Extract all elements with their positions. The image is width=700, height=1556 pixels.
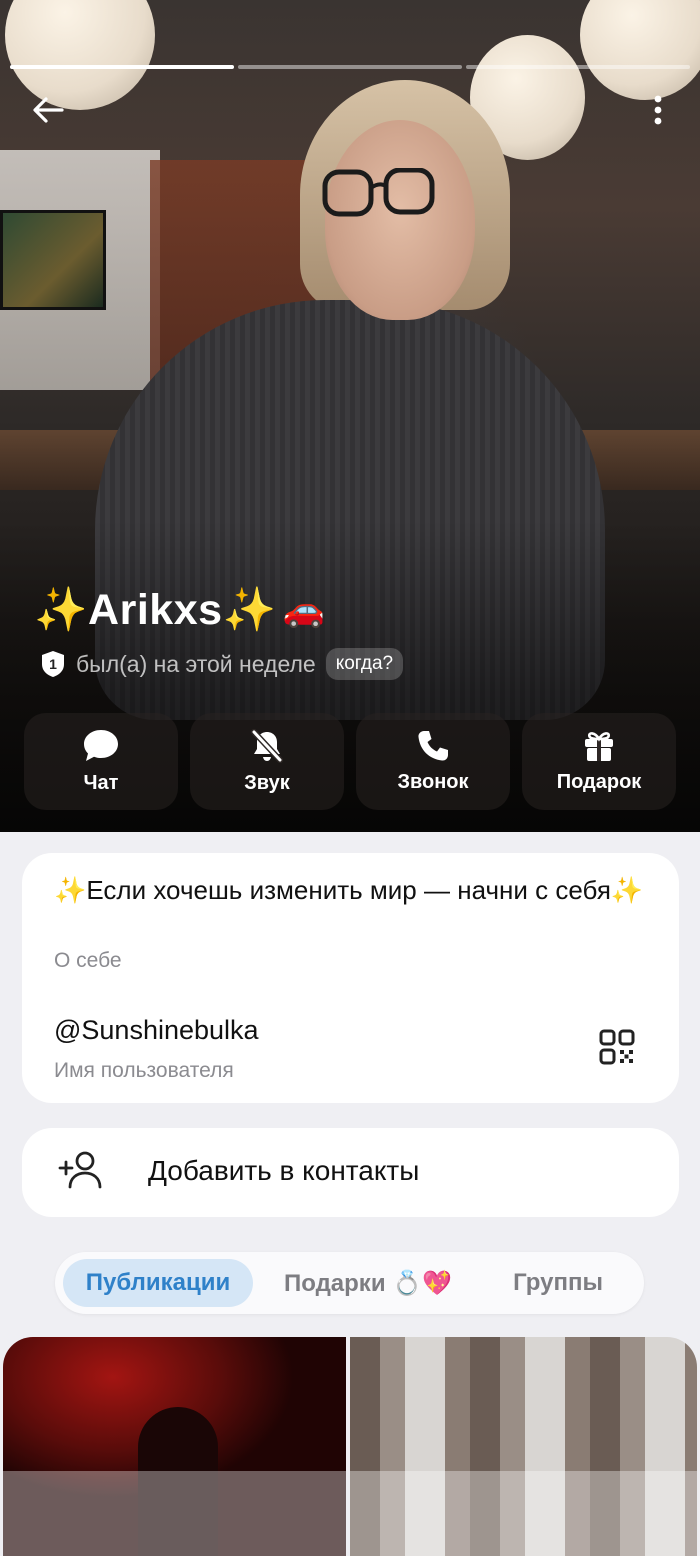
gift-button[interactable]: Подарок — [522, 713, 676, 810]
qr-code-icon[interactable] — [599, 1029, 635, 1065]
svg-text:1: 1 — [49, 656, 57, 672]
arrow-left-icon — [33, 97, 64, 123]
back-button[interactable] — [26, 88, 70, 132]
chat-button[interactable]: Чат — [24, 713, 178, 810]
profile-name-text: ✨Arikxs✨ — [34, 586, 277, 634]
chat-button-label: Чат — [83, 772, 119, 794]
publication-thumbnail[interactable] — [350, 1337, 697, 1556]
cover-lamp — [580, 0, 700, 100]
add-user-icon — [58, 1151, 102, 1189]
action-bar: Чат Звук Звонок Подарок — [24, 713, 678, 810]
tab-publications[interactable]: Публикации — [63, 1259, 253, 1307]
cover-person-face — [325, 120, 475, 320]
tab-gifts[interactable]: Подарки 💍💖 — [253, 1259, 483, 1307]
car-emoji-icon: 🚗 — [282, 591, 326, 629]
when-button[interactable]: когда? — [325, 648, 404, 680]
last-seen-status: 1 был(а) на этой неделе когда? — [40, 648, 404, 680]
bio-label: О себе — [54, 949, 122, 972]
profile-tabs: Публикации Подарки 💍💖 Группы — [55, 1252, 644, 1314]
sound-button[interactable]: Звук — [190, 713, 344, 810]
profile-cover-photo — [0, 0, 700, 832]
last-seen-text: был(а) на этой неделе — [76, 650, 316, 677]
add-contact-button[interactable]: Добавить в контакты — [22, 1128, 679, 1217]
story-progress-3 — [466, 65, 690, 69]
sound-button-label: Звук — [244, 772, 290, 794]
bio-text: ✨Если хочешь изменить мир — начни с себя… — [54, 875, 644, 905]
cover-person-glasses — [322, 168, 435, 217]
username-text[interactable]: @Sunshinebulka — [54, 1015, 259, 1046]
cover-background-screen — [0, 210, 106, 310]
gift-button-label: Подарок — [556, 771, 642, 793]
more-button[interactable] — [636, 88, 680, 132]
phone-icon — [418, 731, 448, 761]
story-progress-1 — [10, 65, 234, 69]
tab-groups[interactable]: Группы — [483, 1259, 633, 1307]
username-label: Имя пользователя — [54, 1059, 234, 1082]
call-button-label: Звонок — [397, 771, 469, 793]
chat-icon — [84, 730, 118, 761]
add-contact-label: Добавить в контакты — [148, 1155, 420, 1186]
profile-info-card: ✨Если хочешь изменить мир — начни с себя… — [22, 853, 679, 1103]
profile-name: ✨Arikxs✨ 🚗 — [34, 585, 325, 635]
bell-off-icon — [251, 729, 283, 763]
gift-icon — [585, 732, 613, 761]
call-button[interactable]: Звонок — [356, 713, 510, 810]
publication-thumbnail[interactable] — [3, 1337, 346, 1556]
thumbnail-overlay — [350, 1471, 697, 1556]
story-progress-2 — [238, 65, 462, 69]
shield-badge-icon: 1 — [42, 651, 64, 677]
more-vertical-icon — [654, 95, 662, 125]
thumbnail-overlay — [3, 1471, 346, 1556]
